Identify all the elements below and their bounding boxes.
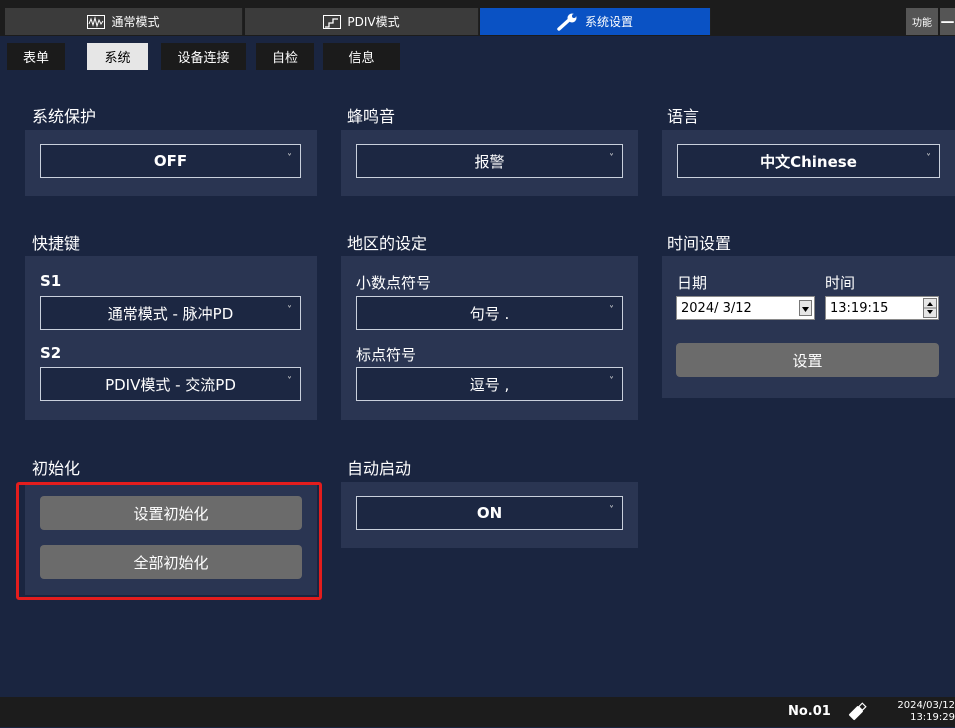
status-datetime: 2024/03/12 13:19:29 (895, 700, 955, 724)
chevron-down-icon: ˅ (287, 305, 292, 316)
top-bar: 通常模式 PDIV模式 系统设置 功能 — (0, 0, 955, 36)
decimal-label: 小数点符号 (356, 274, 432, 292)
buzzer-panel: 报警 ˅ (341, 130, 638, 196)
status-date: 2024/03/12 (897, 700, 955, 711)
punct-dropdown[interactable]: 逗号 , ˅ (356, 367, 623, 401)
s1-label: S1 (40, 272, 62, 290)
chevron-down-icon: ˅ (609, 505, 614, 516)
punct-label: 标点符号 (356, 346, 417, 364)
highlight-box (16, 482, 322, 600)
auto-start-value: ON (476, 504, 503, 522)
shortcut-panel: S1 通常模式 - 脉冲PD ˅ S2 PDIV模式 - 交流PD ˅ (25, 256, 317, 420)
tab-pdiv-mode[interactable]: PDIV模式 (245, 8, 479, 35)
tab-normal-mode[interactable]: 通常模式 (5, 8, 243, 35)
system-protection-dropdown[interactable]: OFF ˅ (40, 144, 301, 178)
time-value: 13:19:15 (830, 300, 889, 316)
waveform-icon (87, 14, 106, 29)
device-number: No.01 (788, 704, 831, 719)
chevron-down-icon: ˅ (609, 153, 614, 164)
time-setting-heading: 时间设置 (667, 234, 732, 253)
time-input[interactable]: 13:19:15 (825, 296, 939, 320)
step-chart-icon (323, 14, 342, 29)
time-spinner[interactable] (923, 298, 937, 318)
s2-value: PDIV模式 - 交流PD (105, 375, 236, 394)
tab-system-settings[interactable]: 系统设置 (480, 8, 711, 35)
chevron-down-icon: ˅ (609, 305, 614, 316)
set-time-button[interactable]: 设置 (676, 343, 939, 377)
region-heading: 地区的设定 (347, 234, 428, 253)
system-protection-heading: 系统保护 (32, 107, 97, 126)
s1-dropdown[interactable]: 通常模式 - 脉冲PD ˅ (40, 296, 301, 330)
date-value: 2024/ 3/12 (681, 300, 752, 316)
tab-info[interactable]: 信息 (323, 43, 400, 70)
tab-pdiv-mode-label: PDIV模式 (347, 15, 400, 29)
language-dropdown[interactable]: 中文Chinese ˅ (677, 144, 940, 178)
tab-form[interactable]: 表单 (7, 43, 65, 70)
shortcut-heading: 快捷键 (32, 234, 81, 253)
region-panel: 小数点符号 句号 . ˅ 标点符号 逗号 , ˅ (341, 256, 638, 420)
minimize-button[interactable]: — (940, 8, 955, 35)
tab-normal-mode-label: 通常模式 (111, 15, 160, 29)
buzzer-value: 报警 (474, 152, 505, 171)
s1-value: 通常模式 - 脉冲PD (107, 304, 234, 323)
decimal-value: 句号 . (469, 304, 510, 323)
decimal-dropdown[interactable]: 句号 . ˅ (356, 296, 623, 330)
punct-value: 逗号 , (469, 375, 510, 394)
tab-self-check[interactable]: 自检 (256, 43, 314, 70)
usb-icon (845, 700, 869, 728)
s2-label: S2 (40, 344, 62, 362)
status-time: 13:19:29 (910, 712, 955, 723)
chevron-down-icon: ˅ (609, 376, 614, 387)
language-heading: 语言 (667, 107, 700, 126)
date-input[interactable]: 2024/ 3/12 (676, 296, 815, 320)
auto-start-dropdown[interactable]: ON ˅ (356, 496, 623, 530)
auto-start-panel: ON ˅ (341, 482, 638, 548)
language-value: 中文Chinese (760, 152, 857, 171)
function-button[interactable]: 功能 (906, 8, 938, 35)
sub-tab-bar: 表单 系统 设备连接 自检 信息 (0, 43, 955, 71)
date-dropdown-button[interactable] (799, 300, 812, 316)
language-panel: 中文Chinese ˅ (662, 130, 955, 196)
time-label: 时间 (825, 274, 856, 292)
system-protection-panel: OFF ˅ (25, 130, 317, 196)
tab-system-settings-label: 系统设置 (584, 15, 633, 29)
chevron-down-icon: ˅ (287, 376, 292, 387)
buzzer-dropdown[interactable]: 报警 ˅ (356, 144, 623, 178)
auto-start-heading: 自动启动 (347, 459, 412, 478)
buzzer-heading: 蜂鸣音 (347, 107, 396, 126)
date-label: 日期 (677, 274, 708, 292)
chevron-down-icon: ˅ (287, 153, 292, 164)
wrench-icon (557, 13, 579, 31)
tab-system[interactable]: 系统 (87, 43, 148, 70)
s2-dropdown[interactable]: PDIV模式 - 交流PD ˅ (40, 367, 301, 401)
system-protection-value: OFF (153, 152, 188, 170)
tab-device-connection[interactable]: 设备连接 (161, 43, 246, 70)
status-bar: No.01 2024/03/12 13:19:29 (0, 697, 955, 727)
chevron-down-icon: ˅ (926, 153, 931, 164)
init-heading: 初始化 (32, 459, 81, 478)
time-setting-panel: 日期 时间 2024/ 3/12 13:19:15 设置 (662, 256, 955, 398)
